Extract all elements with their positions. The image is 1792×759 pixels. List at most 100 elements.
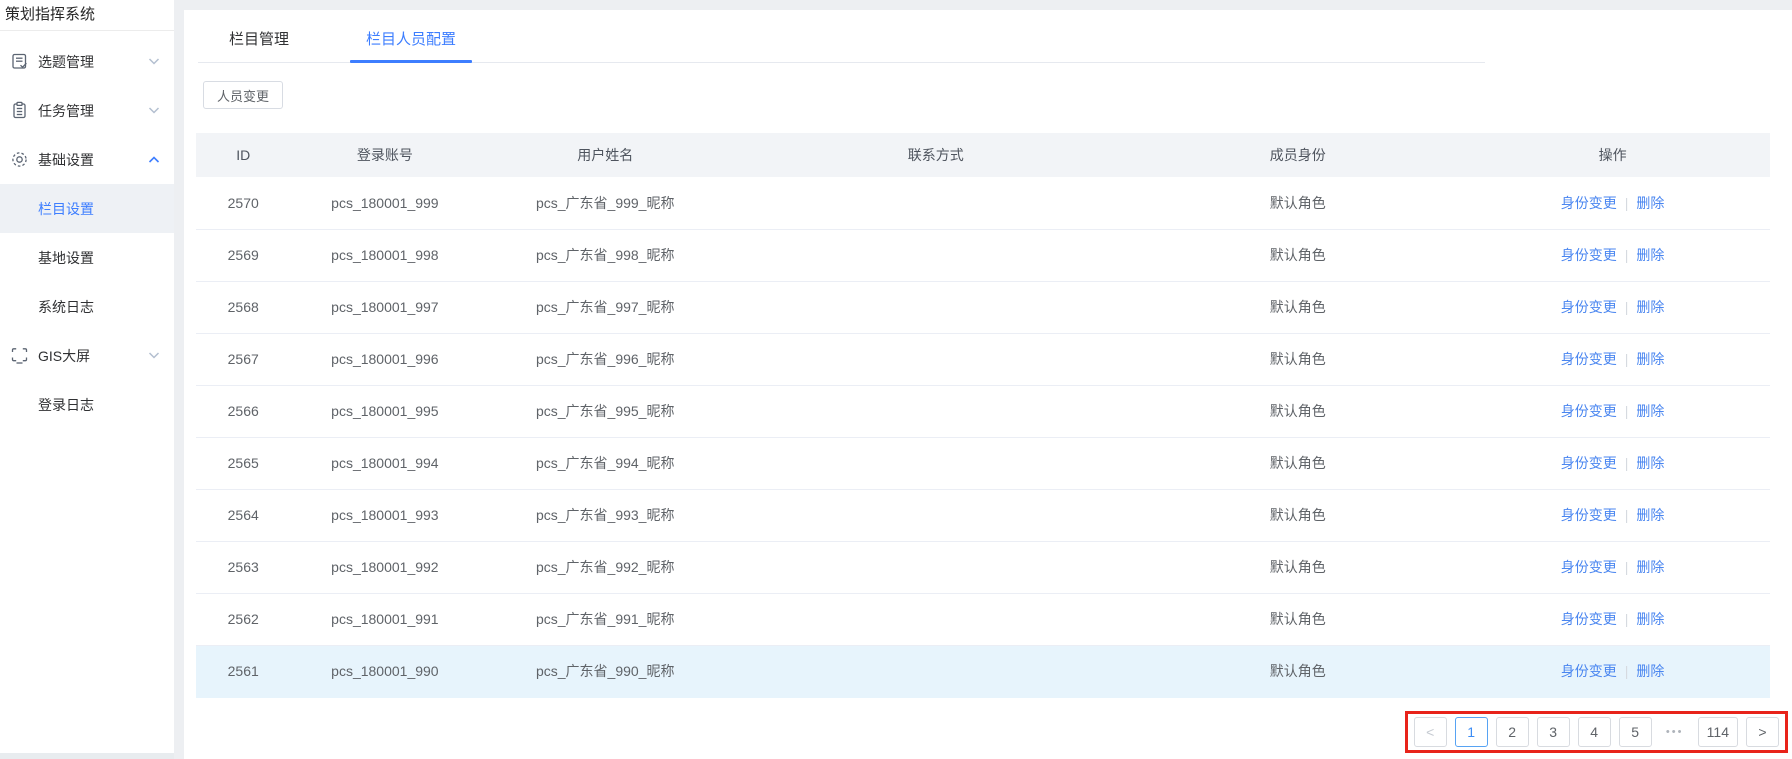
delete-link[interactable]: 删除 xyxy=(1636,351,1664,367)
column-header-role: 成员身份 xyxy=(1140,133,1456,177)
cell-actions: 身份变更 | 删除 xyxy=(1455,645,1770,698)
screen-icon xyxy=(10,346,29,365)
action-divider: | xyxy=(1624,455,1629,471)
sidebar-item-gis-screen[interactable]: GIS大屏 xyxy=(0,331,174,380)
column-header-actions: 操作 xyxy=(1455,133,1770,177)
main-content: 栏目管理 栏目人员配置 人员变更 ID 登录账号 用户姓名 联系方式 成员身份 … xyxy=(184,10,1792,759)
sidebar-scrollbar[interactable] xyxy=(0,753,174,759)
identity-change-link[interactable]: 身份变更 xyxy=(1561,611,1617,627)
delete-link[interactable]: 删除 xyxy=(1636,559,1664,575)
page-button-4[interactable]: 4 xyxy=(1577,717,1611,747)
delete-link[interactable]: 删除 xyxy=(1636,507,1664,523)
cell-role: 默认角色 xyxy=(1140,541,1456,594)
cell-account: pcs_180001_999 xyxy=(290,177,480,230)
sidebar-item-base-settings[interactable]: 基地设置 xyxy=(0,233,174,282)
cell-role: 默认角色 xyxy=(1140,385,1456,438)
cell-username: pcs_广东省_997_昵称 xyxy=(479,281,732,334)
delete-link[interactable]: 删除 xyxy=(1636,403,1664,419)
sidebar-item-task-management[interactable]: 任务管理 xyxy=(0,86,174,135)
staff-change-button[interactable]: 人员变更 xyxy=(203,81,284,109)
cell-username: pcs_广东省_999_昵称 xyxy=(479,177,732,230)
identity-change-link[interactable]: 身份变更 xyxy=(1561,351,1617,367)
table-row: 2563 pcs_180001_992 pcs_广东省_992_昵称 默认角色 … xyxy=(196,541,1770,594)
table-header-row: ID 登录账号 用户姓名 联系方式 成员身份 操作 xyxy=(196,133,1770,177)
next-page-button[interactable]: > xyxy=(1746,717,1779,747)
action-divider: | xyxy=(1624,403,1629,419)
cell-account: pcs_180001_997 xyxy=(290,281,480,334)
delete-link[interactable]: 删除 xyxy=(1636,299,1664,315)
sidebar-item-topic-management[interactable]: 选题管理 xyxy=(0,37,174,86)
page-button-5[interactable]: 5 xyxy=(1618,717,1652,747)
sidebar-item-system-log[interactable]: 系统日志 xyxy=(0,282,174,331)
identity-change-link[interactable]: 身份变更 xyxy=(1561,299,1617,315)
identity-change-link[interactable]: 身份变更 xyxy=(1561,455,1617,471)
cell-account: pcs_180001_993 xyxy=(290,489,480,542)
sidebar-subitem-label: 基地设置 xyxy=(38,249,94,266)
identity-change-link[interactable]: 身份变更 xyxy=(1561,247,1617,263)
cell-actions: 身份变更 | 删除 xyxy=(1455,281,1770,334)
page-button-3[interactable]: 3 xyxy=(1536,717,1570,747)
column-header-id: ID xyxy=(196,133,291,177)
identity-change-link[interactable]: 身份变更 xyxy=(1561,195,1617,211)
delete-link[interactable]: 删除 xyxy=(1636,455,1664,471)
previous-page-button[interactable]: < xyxy=(1413,717,1447,747)
page-button-2[interactable]: 2 xyxy=(1495,717,1529,747)
chevron-down-icon xyxy=(148,57,160,66)
tab-column-staff-config[interactable]: 栏目人员配置 xyxy=(350,28,473,63)
annotation-box: < 12345 ••• 114 > xyxy=(1404,711,1788,753)
sidebar-item-column-settings[interactable]: 栏目设置 xyxy=(0,184,174,233)
cell-actions: 身份变更 | 删除 xyxy=(1455,177,1770,230)
pagination-pages: 12345 xyxy=(1454,717,1652,747)
action-divider: | xyxy=(1624,247,1629,263)
cell-id: 2563 xyxy=(196,541,291,594)
cell-role: 默认角色 xyxy=(1140,281,1456,334)
cell-account: pcs_180001_996 xyxy=(290,333,480,386)
sidebar-subitem-label: 系统日志 xyxy=(38,298,94,315)
cell-username: pcs_广东省_995_昵称 xyxy=(479,385,732,438)
cell-contact xyxy=(731,489,1141,542)
sidebar-nav: 选题管理 任务管理 基础设置 栏目设置 基地设置 系统日志 GIS大屏 登录日志 xyxy=(0,31,174,429)
sidebar-item-basic-settings[interactable]: 基础设置 xyxy=(0,135,174,184)
cell-username: pcs_广东省_990_昵称 xyxy=(479,645,732,698)
table-row: 2567 pcs_180001_996 pcs_广东省_996_昵称 默认角色 … xyxy=(196,333,1770,386)
pagination-ellipsis-icon[interactable]: ••• xyxy=(1660,726,1690,738)
delete-link[interactable]: 删除 xyxy=(1636,611,1664,627)
cell-id: 2562 xyxy=(196,593,291,646)
sidebar-item-label: GIS大屏 xyxy=(38,347,91,364)
cell-role: 默认角色 xyxy=(1140,333,1456,386)
cell-id: 2564 xyxy=(196,489,291,542)
cell-actions: 身份变更 | 删除 xyxy=(1455,229,1770,282)
tab-column-management[interactable]: 栏目管理 xyxy=(213,28,305,62)
sidebar-item-login-log[interactable]: 登录日志 xyxy=(0,380,174,429)
cell-username: pcs_广东省_998_昵称 xyxy=(479,229,732,282)
identity-change-link[interactable]: 身份变更 xyxy=(1561,663,1617,679)
delete-link[interactable]: 删除 xyxy=(1636,663,1664,679)
table-row: 2570 pcs_180001_999 pcs_广东省_999_昵称 默认角色 … xyxy=(196,177,1770,230)
action-divider: | xyxy=(1624,351,1629,367)
delete-link[interactable]: 删除 xyxy=(1636,247,1664,263)
cell-role: 默认角色 xyxy=(1140,489,1456,542)
cell-contact xyxy=(731,385,1141,438)
cell-account: pcs_180001_992 xyxy=(290,541,480,594)
page-button-1[interactable]: 1 xyxy=(1454,717,1488,747)
cell-contact xyxy=(731,333,1141,386)
topic-doc-icon xyxy=(10,52,29,71)
cell-role: 默认角色 xyxy=(1140,437,1456,490)
identity-change-link[interactable]: 身份变更 xyxy=(1561,403,1617,419)
delete-link[interactable]: 删除 xyxy=(1636,195,1664,211)
cell-contact xyxy=(731,177,1141,230)
chevron-down-icon xyxy=(148,106,160,115)
identity-change-link[interactable]: 身份变更 xyxy=(1561,559,1617,575)
cell-role: 默认角色 xyxy=(1140,177,1456,230)
cell-contact xyxy=(731,541,1141,594)
action-divider: | xyxy=(1624,299,1629,315)
table-body: 2570 pcs_180001_999 pcs_广东省_999_昵称 默认角色 … xyxy=(196,177,1770,698)
cell-id: 2568 xyxy=(196,281,291,334)
identity-change-link[interactable]: 身份变更 xyxy=(1561,507,1617,523)
cell-role: 默认角色 xyxy=(1140,645,1456,698)
sidebar-subitem-label: 栏目设置 xyxy=(38,200,94,217)
last-page-button[interactable]: 114 xyxy=(1697,717,1738,747)
table-row: 2566 pcs_180001_995 pcs_广东省_995_昵称 默认角色 … xyxy=(196,385,1770,438)
column-header-account: 登录账号 xyxy=(290,133,480,177)
tab-bar: 栏目管理 栏目人员配置 xyxy=(198,10,1485,63)
